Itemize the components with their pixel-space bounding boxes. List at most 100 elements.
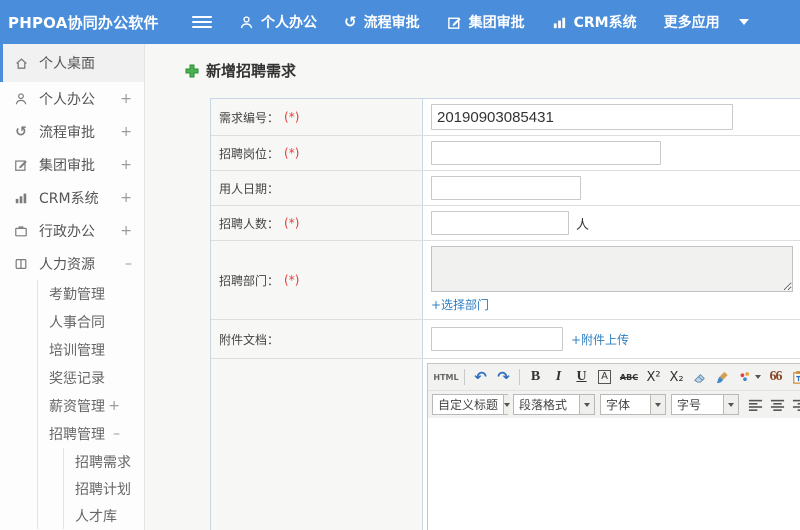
clipboard-icon [793,370,800,384]
emoticons-button[interactable] [734,367,764,388]
home-icon [12,56,30,71]
hire-date-input[interactable] [431,176,581,200]
align-left-button[interactable] [744,394,766,415]
collapse-toggle[interactable]: – [125,257,132,271]
sidebar-item-crm[interactable]: CRM系统 + [0,181,144,214]
sidebar-item-group-approval[interactable]: 集团审批 + [0,148,144,181]
sidebar-item-workflow-approval[interactable]: ↺ 流程审批 + [0,115,144,148]
expand-toggle[interactable]: + [120,224,132,238]
chart-icon [552,15,567,30]
topnav-workflow-approval[interactable]: ↺ 流程审批 [344,12,420,32]
sidebar-item-label: 人事合同 [49,315,105,331]
sidebar-item-rewards[interactable]: 奖惩记录 [38,364,144,392]
sidebar-item-hr[interactable]: 人力资源 – [0,247,144,280]
select-value: 段落格式 [519,398,568,412]
field-label: 岗位要求： (*) [211,359,423,530]
blockquote-button[interactable]: 66 [764,367,787,388]
paragraph-format-select[interactable]: 段落格式 [513,394,595,415]
topbar: PHPOA协同办公软件 个人办公 ↺ 流程审批 集团审批 CRM系统 更多应用 [0,0,800,44]
superscript-button[interactable]: X² [642,367,665,388]
source-code-button[interactable]: HTML [432,367,460,388]
sidebar-item-recruit-plan[interactable]: 招聘计划 [64,475,144,502]
select-value: 自定义标题 [438,398,499,412]
select-department-link[interactable]: +选择部门 [431,296,489,313]
sidebar-item-admin-office[interactable]: 行政办公 + [0,214,144,247]
label-text: 招聘岗位： [219,146,280,161]
sidebar-item-label: 人力资源 [39,256,95,273]
label-text: 需求编号： [219,110,280,125]
sidebar-item-recruit-mgmt[interactable]: 招聘管理 – [38,420,144,448]
sidebar-item-label: CRM系统 [39,190,99,207]
expand-toggle[interactable]: + [108,399,120,413]
menu-toggle-icon[interactable] [192,16,212,28]
collapse-toggle[interactable]: – [113,427,120,441]
remove-format-button[interactable] [688,367,711,388]
field-label: 招聘岗位： (*) [211,136,423,170]
sidebar-item-recruit-demand[interactable]: 招聘需求 [64,448,144,475]
flow-icon: ↺ [344,12,357,31]
align-center-button[interactable] [766,394,788,415]
font-family-select[interactable]: 字体 [600,394,666,415]
topnav-more-apps[interactable]: 更多应用 [664,12,749,32]
department-textarea[interactable] [431,246,793,292]
plus-icon [185,64,199,78]
sidebar-item-attendance[interactable]: 考勤管理 [38,280,144,308]
position-input[interactable] [431,141,661,165]
editor-toolbar-row1: HTML ↶ ↷ B I U A ABC X² X₂ 66 [428,364,800,391]
select-value: 字体 [606,398,631,412]
required-mark: (*) [284,273,300,287]
expand-toggle[interactable]: + [120,92,132,106]
page-layout: 个人桌面 个人办公 + ↺ 流程审批 + 集团审批 + CRM系统 + 行政办公… [0,44,800,530]
expand-toggle[interactable]: + [120,125,132,139]
italic-button[interactable]: I [547,367,570,388]
expand-toggle[interactable]: + [120,191,132,205]
char-border-glyph: A [598,370,611,384]
topnav-crm[interactable]: CRM系统 [552,12,637,32]
attachment-input[interactable] [431,327,563,351]
form-row-requirements: 岗位要求： (*) HTML ↶ ↷ B I U [211,359,800,530]
sidebar-item-label: 行政办公 [39,223,95,240]
topnav-group-approval[interactable]: 集团审批 [447,12,525,32]
heading-select[interactable]: 自定义标题 [432,394,511,415]
caret-down-icon [503,395,511,414]
format-painter-button[interactable] [711,367,734,388]
caret-down-icon [723,395,738,414]
brush-icon [716,371,728,383]
main-content: 新增招聘需求 需求编号： (*) 招聘岗位： (*) [145,44,800,530]
sidebar-item-label: 招聘需求 [75,454,131,471]
flow-icon: ↺ [15,123,27,140]
sidebar-item-hr-contract[interactable]: 人事合同 [38,308,144,336]
sidebar-item-talent-pool[interactable]: 人才库 [64,502,144,529]
requirements-editor-area[interactable] [428,418,800,530]
sidebar-item-training[interactable]: 培训管理 [38,336,144,364]
sidebar-item-personal-office[interactable]: 个人办公 + [0,82,144,115]
headcount-input[interactable] [431,211,569,235]
underline-button[interactable]: U [570,367,593,388]
label-text: 招聘部门： [219,273,280,288]
undo-button[interactable]: ↶ [469,367,492,388]
subscript-button[interactable]: X₂ [665,367,688,388]
palette-icon [740,372,749,382]
sidebar-item-label: 集团审批 [39,157,95,174]
align-right-button[interactable] [788,394,800,415]
demand-no-input[interactable] [431,104,733,130]
upload-attachment-link[interactable]: +附件上传 [571,331,629,348]
sidebar-item-label: 招聘管理 [49,427,105,443]
font-size-select[interactable]: 字号 [671,394,739,415]
bold-button[interactable]: B [524,367,547,388]
char-border-button[interactable]: A [593,367,616,388]
redo-button[interactable]: ↷ [492,367,515,388]
label-text: 附件文档： [219,332,280,347]
sidebar-item-desktop[interactable]: 个人桌面 [0,44,144,82]
unit-suffix: 人 [576,217,590,233]
strikethrough-button[interactable]: ABC [616,367,642,388]
paste-button[interactable] [787,367,800,388]
topnav-personal-office[interactable]: 个人办公 [239,12,317,32]
hr-submenu: 考勤管理 人事合同 培训管理 奖惩记录 薪资管理 + 招聘管理 – 招聘需求 招… [37,280,144,529]
sidebar-item-salary[interactable]: 薪资管理 + [38,392,144,420]
expand-toggle[interactable]: + [120,158,132,172]
topnav-label: 集团审批 [468,15,525,31]
form-row-position: 招聘岗位： (*) [211,136,800,171]
editor-toolbar-row2: 自定义标题 段落格式 字体 字号 [428,391,800,418]
form-row-attachment: 附件文档： +附件上传 [211,320,800,359]
